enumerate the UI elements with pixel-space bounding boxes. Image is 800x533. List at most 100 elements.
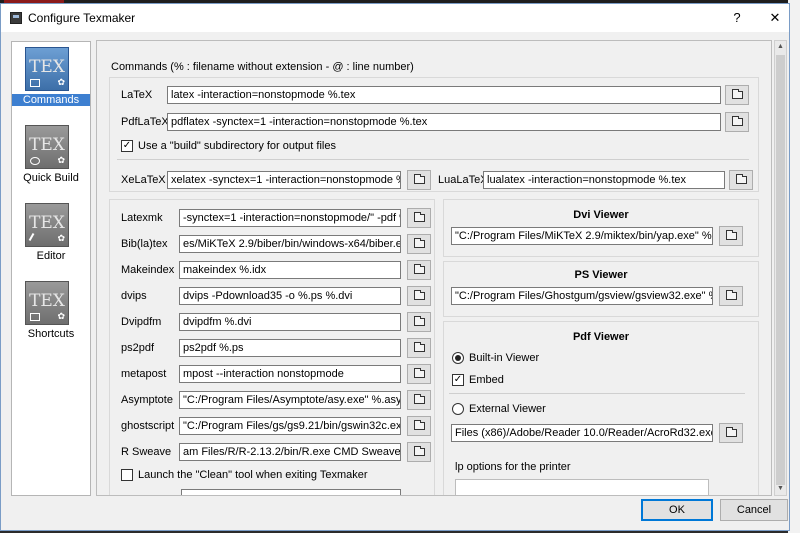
ps-viewer-input[interactable]: "C:/Program Files/Ghostgum/gsview/gsview… bbox=[451, 287, 713, 305]
embed-checkbox[interactable]: ✓ bbox=[452, 374, 464, 386]
tex-shortcuts-icon: TEX ✿ bbox=[25, 281, 69, 325]
tool-browse-button[interactable] bbox=[407, 416, 431, 436]
tool-command-input[interactable]: -synctex=1 -interaction=nonstopmode/" -p… bbox=[179, 209, 401, 227]
folder-icon bbox=[732, 116, 743, 126]
builtin-viewer-label: Built-in Viewer bbox=[469, 352, 540, 364]
folder-icon bbox=[726, 230, 737, 240]
tool-browse-button[interactable] bbox=[407, 338, 431, 358]
pdflatex-label: PdfLaTeX bbox=[121, 116, 169, 128]
clean-tool-label: Launch the "Clean" tool when exiting Tex… bbox=[138, 469, 368, 481]
tool-browse-button[interactable] bbox=[407, 208, 431, 228]
printer-options-label: lp options for the printer bbox=[455, 461, 571, 473]
folder-icon bbox=[414, 394, 425, 404]
tool-label: ghostscript bbox=[121, 420, 175, 432]
tool-label: R Sweave bbox=[121, 446, 172, 458]
cancel-button[interactable]: Cancel bbox=[720, 499, 788, 521]
ps-viewer-title: PS Viewer bbox=[574, 269, 628, 281]
dvi-viewer-browse-button[interactable] bbox=[719, 226, 743, 246]
folder-icon bbox=[732, 89, 743, 99]
configure-dialog: Configure Texmaker ? ✕ TEX ✿ Commands TEX… bbox=[0, 3, 790, 531]
builtin-viewer-radio[interactable] bbox=[452, 352, 464, 364]
xelatex-input[interactable]: xelatex -synctex=1 -interaction=nonstopm… bbox=[167, 171, 401, 189]
tex-quickbuild-icon: TEX ✿ bbox=[25, 125, 69, 169]
build-subdir-checkbox[interactable]: ✓ bbox=[121, 140, 133, 152]
printer-options-input[interactable] bbox=[455, 479, 709, 495]
tool-label: Bib(la)tex bbox=[121, 238, 168, 250]
embed-label: Embed bbox=[469, 374, 504, 386]
folder-icon bbox=[414, 446, 425, 456]
content-scrollbar[interactable]: ▲ ▼ bbox=[774, 40, 787, 496]
scroll-thumb[interactable] bbox=[776, 55, 785, 485]
lualatex-input[interactable]: lualatex -interaction=nonstopmode %.tex bbox=[483, 171, 725, 189]
tool-browse-button[interactable] bbox=[407, 364, 431, 384]
tool-command-input[interactable]: ps2pdf %.ps bbox=[179, 339, 401, 357]
folder-icon bbox=[414, 264, 425, 274]
sidebar-item-label: Commands bbox=[12, 94, 90, 106]
folder-icon bbox=[414, 316, 425, 326]
external-viewer-radio[interactable] bbox=[452, 403, 464, 415]
lualatex-label: LuaLaTeX bbox=[438, 174, 488, 186]
folder-icon bbox=[736, 174, 747, 184]
folder-icon bbox=[414, 342, 425, 352]
external-viewer-browse-button[interactable] bbox=[719, 423, 743, 443]
tool-command-input[interactable]: "C:/Program Files/Asymptote/asy.exe" %.a… bbox=[179, 391, 401, 409]
sidebar-item-shortcuts[interactable]: TEX ✿ Shortcuts bbox=[12, 278, 90, 358]
tool-browse-button[interactable] bbox=[407, 442, 431, 462]
tool-command-input[interactable]: makeindex %.idx bbox=[179, 261, 401, 279]
dvi-viewer-title: Dvi Viewer bbox=[573, 209, 629, 221]
title-bar: Configure Texmaker ? ✕ bbox=[1, 4, 789, 32]
external-viewer-input[interactable]: Files (x86)/Adobe/Reader 10.0/Reader/Acr… bbox=[451, 424, 713, 442]
tool-command-input[interactable]: am Files/R/R-2.13.2/bin/R.exe CMD Sweave… bbox=[179, 443, 401, 461]
lualatex-browse-button[interactable] bbox=[729, 170, 753, 190]
scroll-down-icon[interactable]: ▼ bbox=[775, 483, 786, 495]
close-button[interactable]: ✕ bbox=[761, 8, 789, 28]
sidebar-item-commands[interactable]: TEX ✿ Commands bbox=[12, 44, 90, 124]
help-button[interactable]: ? bbox=[723, 8, 751, 28]
tex-commands-icon: TEX ✿ bbox=[25, 47, 69, 91]
tool-label: Asymptote bbox=[121, 394, 173, 406]
latex-browse-button[interactable] bbox=[725, 85, 749, 105]
sidebar-item-label: Quick Build bbox=[23, 172, 79, 184]
tool-label: dvips bbox=[121, 290, 147, 302]
xelatex-label: XeLaTeX bbox=[121, 174, 166, 186]
folder-icon bbox=[414, 238, 425, 248]
tool-command-input[interactable]: dvipdfm %.dvi bbox=[179, 313, 401, 331]
tool-label: Dvipdfm bbox=[121, 316, 162, 328]
app-icon bbox=[10, 12, 22, 24]
ps-viewer-browse-button[interactable] bbox=[719, 286, 743, 306]
commands-header: Commands (% : filename without extension… bbox=[111, 61, 414, 73]
sidebar-item-editor[interactable]: TEX ✿ Editor bbox=[12, 200, 90, 280]
separator bbox=[117, 159, 749, 160]
tool-browse-button[interactable] bbox=[407, 234, 431, 254]
tool-command-input[interactable]: "C:/Program Files/gs/gs9.21/bin/gswin32c… bbox=[179, 417, 401, 435]
build-subdir-label: Use a "build" subdirectory for output fi… bbox=[138, 140, 336, 152]
latex-input[interactable]: latex -interaction=nonstopmode %.tex bbox=[167, 86, 721, 104]
separator bbox=[449, 393, 745, 394]
tool-label: ps2pdf bbox=[121, 342, 155, 354]
tool-browse-button[interactable] bbox=[407, 390, 431, 410]
tool-command-input[interactable]: dvips -Pdownload35 -o %.ps %.dvi bbox=[179, 287, 401, 305]
folder-icon bbox=[726, 427, 737, 437]
folder-icon bbox=[414, 174, 425, 184]
sidebar-item-label: Editor bbox=[36, 250, 66, 262]
tool-browse-button[interactable] bbox=[407, 286, 431, 306]
clean-tool-checkbox[interactable] bbox=[121, 469, 133, 481]
tool-browse-button[interactable] bbox=[407, 260, 431, 280]
scroll-up-icon[interactable]: ▲ bbox=[775, 41, 786, 53]
tool-label: Makeindex bbox=[121, 264, 175, 276]
tex-editor-icon: TEX ✿ bbox=[25, 203, 69, 247]
tool-browse-button[interactable] bbox=[407, 312, 431, 332]
pdflatex-input[interactable]: pdflatex -synctex=1 -interaction=nonstop… bbox=[167, 113, 721, 131]
xelatex-browse-button[interactable] bbox=[407, 170, 431, 190]
sidebar-item-label: Shortcuts bbox=[27, 328, 75, 340]
window-title: Configure Texmaker bbox=[28, 11, 136, 25]
sidebar-item-quick-build[interactable]: TEX ✿ Quick Build bbox=[12, 122, 90, 202]
tool-command-input[interactable]: mpost --interaction nonstopmode bbox=[179, 365, 401, 383]
ok-button[interactable]: OK bbox=[641, 499, 713, 521]
tool-command-input[interactable]: es/MiKTeX 2.9/biber/bin/windows-x64/bibe… bbox=[179, 235, 401, 253]
dvi-viewer-input[interactable]: "C:/Program Files/MiKTeX 2.9/miktex/bin/… bbox=[451, 227, 713, 245]
folder-icon bbox=[414, 420, 425, 430]
folder-icon bbox=[726, 290, 737, 300]
pdflatex-browse-button[interactable] bbox=[725, 112, 749, 132]
partial-hidden-input[interactable] bbox=[181, 489, 401, 495]
